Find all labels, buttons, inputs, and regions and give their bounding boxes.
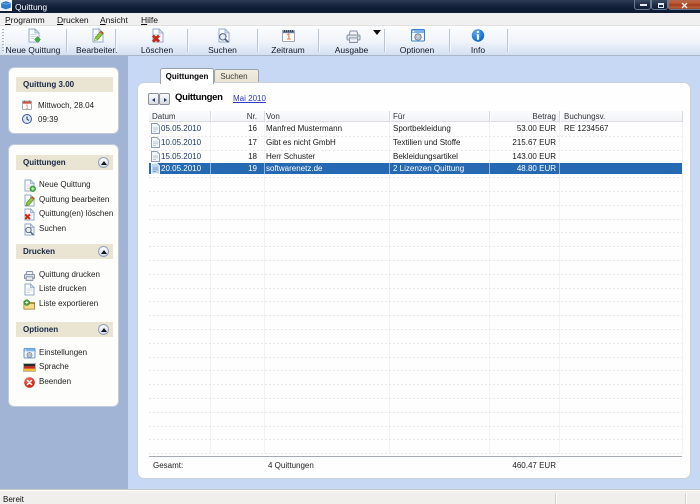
svg-text:1: 1 <box>26 104 29 109</box>
svg-text:1: 1 <box>286 33 291 42</box>
